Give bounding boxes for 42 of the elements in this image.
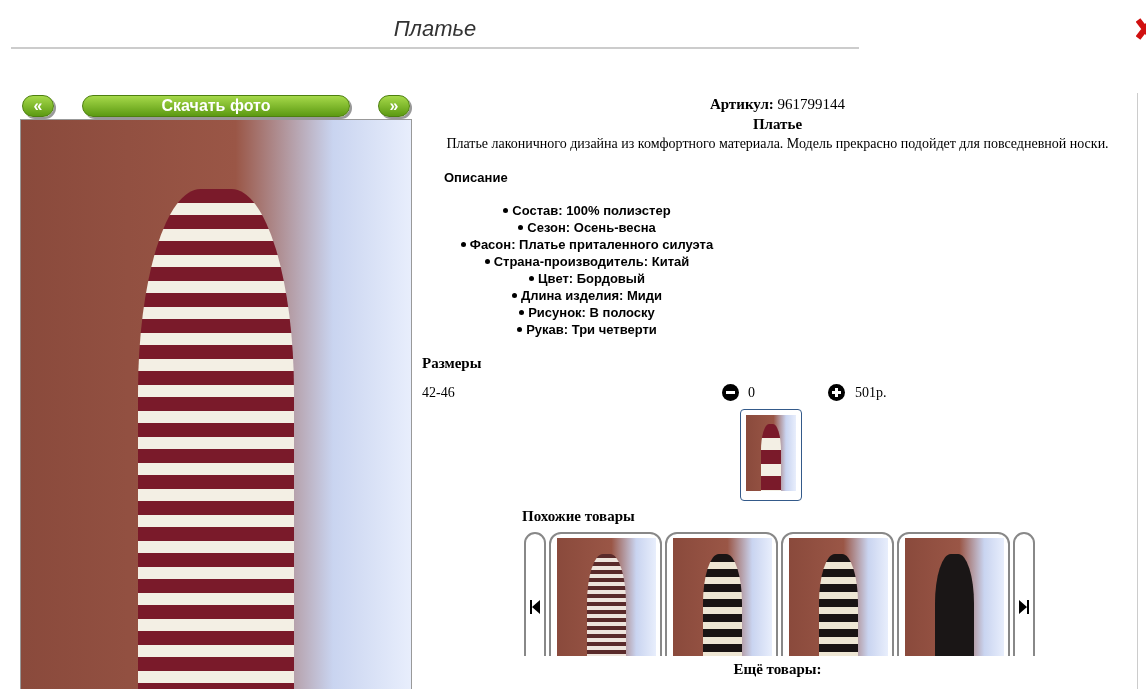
download-photo-button[interactable]: Скачать фото [82, 95, 350, 117]
similar-product-card[interactable] [897, 531, 1010, 656]
more-products-title: Ещё товары: [732, 659, 823, 679]
bullet-icon [519, 309, 525, 315]
previous-button[interactable] [524, 531, 546, 656]
detail-item: Фасон: Платье приталенного силуэта [469, 235, 714, 253]
detail-item: Длина изделия: Миди [521, 286, 662, 304]
skip-back-icon [530, 599, 540, 614]
detail-item: Сезон: Осень-весна [527, 218, 656, 236]
details-title: Описание [444, 169, 509, 187]
bullet-icon [503, 207, 509, 213]
size-label: 42-46 [422, 384, 456, 402]
minus-icon[interactable] [722, 384, 739, 401]
detail-item: Рукав: Три четверти [526, 320, 657, 338]
article-number: 961799144 [777, 96, 846, 112]
product-name: Платье [751, 115, 804, 134]
article-label: Артикул: [709, 96, 774, 112]
bullet-icon [460, 241, 466, 247]
bullet-icon [529, 275, 535, 281]
price-value: 501р. [855, 384, 887, 402]
bullet-icon [512, 292, 517, 298]
similar-product-card[interactable] [665, 531, 778, 656]
similar-product-card[interactable] [781, 531, 894, 656]
bullet-icon [517, 326, 523, 332]
product-description: Платье лаконичного дизайна из комфортного материала. Модель прекрасно подойдет для повседневной носки. [445, 135, 1110, 153]
detail-item: Состав: 100% полиэстер [512, 201, 671, 219]
next-button[interactable] [1013, 531, 1035, 656]
similar-product-card[interactable] [549, 531, 662, 656]
photo-thumbnail[interactable] [739, 409, 802, 501]
next-photo-button[interactable]: » [378, 95, 410, 117]
detail-item: Страна-производитель: Китай [493, 252, 690, 270]
quantity-value: 0 [748, 384, 756, 402]
plus-icon[interactable] [828, 384, 845, 401]
similar-title: Похожие товары [522, 507, 636, 526]
bullet-icon [518, 224, 524, 230]
sizes-title: Размеры [422, 353, 483, 373]
detail-item: Рисунок: В полоску [528, 303, 655, 321]
detail-item: Цвет: Бордовый [538, 269, 645, 287]
page-title: Платье [393, 16, 477, 41]
skip-forward-icon [1019, 599, 1029, 614]
previous-photo-button[interactable]: « [22, 95, 54, 117]
bullet-icon [484, 258, 490, 264]
